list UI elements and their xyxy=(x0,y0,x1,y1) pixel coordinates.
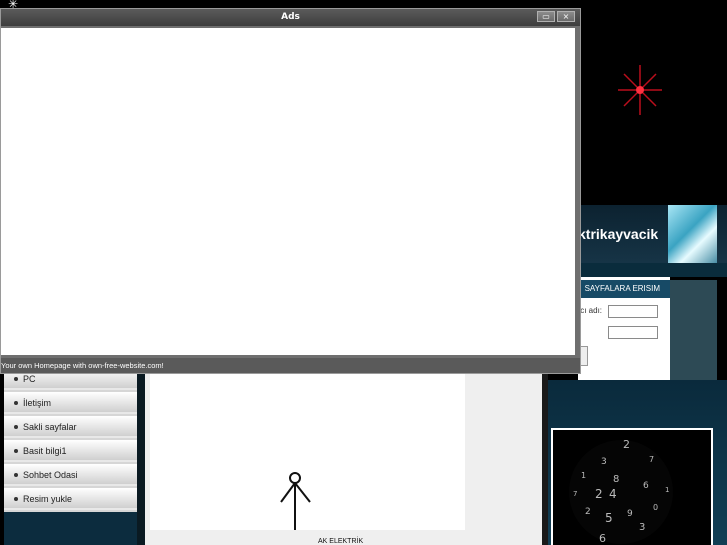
numbers-sphere-image: 2 3 7 1 8 2 4 6 2 5 9 0 3 6 7 1 xyxy=(553,430,711,545)
bullet-icon xyxy=(14,473,18,478)
svg-text:2: 2 xyxy=(595,487,603,501)
username-input[interactable] xyxy=(608,305,658,318)
password-input[interactable] xyxy=(608,326,658,339)
bullet-icon xyxy=(14,449,18,454)
svg-text:0: 0 xyxy=(653,503,658,512)
ads-window: Ads ▭ × Your own Homepage with own-free-… xyxy=(0,8,581,374)
login-header: SAYFALARA ERISIM xyxy=(578,280,670,298)
menu-item-label: Sohbet Odasi xyxy=(23,470,78,480)
minimize-button[interactable]: ▭ xyxy=(537,11,555,22)
menu-item-sohbet-odasi[interactable]: Sohbet Odasi xyxy=(4,464,137,486)
svg-text:6: 6 xyxy=(643,481,649,491)
left-menu: PC İletişim Sakli sayfalar Basit bilgi1 … xyxy=(4,368,137,512)
svg-text:4: 4 xyxy=(609,487,617,501)
svg-text:6: 6 xyxy=(599,532,606,545)
menu-item-sakli-sayfalar[interactable]: Sakli sayfalar xyxy=(4,416,137,438)
menu-item-label: Resim yukle xyxy=(23,494,73,504)
left-footer-panel xyxy=(4,512,137,545)
svg-text:2: 2 xyxy=(623,438,630,451)
svg-text:1: 1 xyxy=(581,471,586,480)
menu-item-resim-yukle[interactable]: Resim yukle xyxy=(4,488,137,510)
svg-text:8: 8 xyxy=(613,474,619,485)
close-button[interactable]: × xyxy=(557,11,575,22)
menu-item-label: Sakli sayfalar xyxy=(23,422,77,432)
header-strip xyxy=(570,263,727,277)
logo-caption: AK ELEKTRİK xyxy=(318,538,364,545)
svg-text:7: 7 xyxy=(649,455,654,464)
ads-status-link[interactable]: Your own Homepage with own-free-website.… xyxy=(1,358,580,373)
divider xyxy=(542,374,548,545)
bullet-icon xyxy=(14,497,18,502)
menu-item-label: PC xyxy=(23,374,36,384)
logo-figure-icon xyxy=(280,472,311,530)
menu-item-label: İletişim xyxy=(23,398,52,408)
bullet-icon xyxy=(14,401,18,406)
svg-text:3: 3 xyxy=(601,457,607,467)
red-star-decoration xyxy=(618,65,662,115)
svg-text:7: 7 xyxy=(573,490,577,498)
divider xyxy=(137,368,145,545)
svg-text:2: 2 xyxy=(585,507,591,517)
ads-titlebar[interactable]: Ads ▭ × xyxy=(1,9,580,26)
menu-item-iletisim[interactable]: İletişim xyxy=(4,392,137,414)
menu-item-label: Basit bilgi1 xyxy=(23,446,67,456)
ads-content xyxy=(1,28,575,355)
svg-text:3: 3 xyxy=(639,522,645,533)
bullet-icon xyxy=(14,377,18,382)
svg-text:5: 5 xyxy=(605,511,613,525)
window-title: Ads xyxy=(281,12,300,22)
svg-text:1: 1 xyxy=(665,486,669,494)
menu-item-basit-bilgi1[interactable]: Basit bilgi1 xyxy=(4,440,137,462)
bullet-icon xyxy=(14,425,18,430)
username-label: ıcı adı: xyxy=(578,306,603,315)
svg-text:9: 9 xyxy=(627,509,633,519)
